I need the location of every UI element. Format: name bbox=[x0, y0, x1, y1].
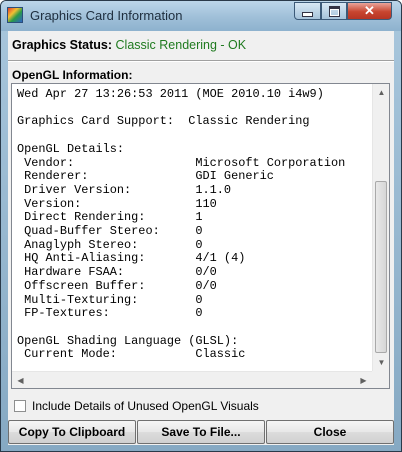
info-line: Graphics Card Support: Classic Rendering bbox=[17, 114, 310, 129]
info-line bbox=[17, 129, 372, 143]
save-to-file-button[interactable]: Save To File... bbox=[137, 420, 265, 444]
info-line: FP-Textures: 0 bbox=[17, 306, 203, 321]
arrow-down-icon: ▼ bbox=[377, 358, 386, 367]
info-line: Direct Rendering: 1 bbox=[17, 210, 203, 225]
arrow-left-icon: ◀ bbox=[17, 376, 24, 385]
info-line: Quad-Buffer Stereo: 0 bbox=[17, 224, 203, 239]
info-line: Renderer: GDI Generic bbox=[17, 169, 274, 184]
graphics-card-info-window: Graphics Card Information ✕ Graphics Sta… bbox=[0, 0, 402, 452]
scroll-left-button[interactable]: ◀ bbox=[12, 372, 29, 388]
info-line: Wed Apr 27 13:26:53 2011 (MOE 2010.10 i4… bbox=[17, 87, 324, 101]
info-line: HQ Anti-Aliasing: 4/1 (4) bbox=[17, 251, 246, 266]
window-title: Graphics Card Information bbox=[30, 8, 183, 23]
vertical-scrollbar[interactable]: ▲ ▼ bbox=[372, 84, 389, 371]
maximize-icon bbox=[328, 5, 340, 17]
info-line: Version: 110 bbox=[17, 196, 217, 211]
button-row: Copy To Clipboard Save To File... Close bbox=[8, 420, 394, 444]
opengl-info-heading: OpenGL Information: bbox=[12, 68, 133, 82]
info-line: OpenGL Details: bbox=[17, 141, 125, 156]
info-line: Offscreen Buffer: 0/0 bbox=[17, 278, 217, 293]
info-line: Driver Version: 1.1.0 bbox=[17, 182, 232, 197]
graphics-status-value: Classic Rendering - OK bbox=[115, 38, 247, 52]
scroll-down-button[interactable]: ▼ bbox=[373, 354, 389, 371]
graphics-status-label: Graphics Status: bbox=[12, 38, 113, 52]
close-window-button[interactable]: ✕ bbox=[347, 2, 392, 20]
info-line: OpenGL Shading Language (GLSL): bbox=[17, 333, 239, 348]
close-button[interactable]: Close bbox=[266, 420, 394, 444]
info-line: Multi-Texturing: 0 bbox=[17, 292, 203, 307]
maximize-button[interactable] bbox=[321, 2, 347, 20]
include-unused-visuals-option[interactable]: Include Details of Unused OpenGL Visuals bbox=[14, 399, 259, 413]
title-bar[interactable]: Graphics Card Information ✕ bbox=[1, 1, 401, 31]
divider bbox=[8, 60, 394, 62]
scroll-up-button[interactable]: ▲ bbox=[373, 84, 389, 101]
info-line: Current Mode: Classic bbox=[17, 347, 246, 362]
info-line bbox=[17, 102, 372, 116]
scrollbar-corner bbox=[372, 371, 389, 388]
include-unused-visuals-checkbox[interactable] bbox=[14, 400, 26, 412]
copy-to-clipboard-button[interactable]: Copy To Clipboard bbox=[8, 420, 136, 444]
vertical-scroll-thumb[interactable] bbox=[375, 181, 387, 353]
include-unused-visuals-label[interactable]: Include Details of Unused OpenGL Visuals bbox=[32, 399, 259, 413]
info-line: Vendor: Microsoft Corporation bbox=[17, 155, 346, 170]
info-line bbox=[17, 321, 372, 335]
app-icon bbox=[7, 7, 23, 23]
info-line: Hardware FSAA: 0/0 bbox=[17, 265, 217, 280]
opengl-info-text[interactable]: Wed Apr 27 13:26:53 2011 (MOE 2010.10 i4… bbox=[12, 84, 372, 371]
minimize-icon bbox=[302, 11, 313, 17]
graphics-status: Graphics Status: Classic Rendering - OK bbox=[12, 38, 246, 52]
opengl-info-textbox[interactable]: Wed Apr 27 13:26:53 2011 (MOE 2010.10 i4… bbox=[11, 83, 390, 389]
info-line: Anaglyph Stereo: 0 bbox=[17, 237, 203, 252]
close-icon: ✕ bbox=[364, 3, 375, 18]
horizontal-scrollbar[interactable]: ◀ ▶ bbox=[12, 371, 372, 388]
minimize-button[interactable] bbox=[294, 2, 321, 20]
dialog-body: Graphics Status: Classic Rendering - OK … bbox=[8, 31, 394, 445]
arrow-up-icon: ▲ bbox=[377, 88, 386, 97]
arrow-right-icon: ▶ bbox=[360, 376, 367, 385]
scroll-right-button[interactable]: ▶ bbox=[355, 372, 372, 388]
